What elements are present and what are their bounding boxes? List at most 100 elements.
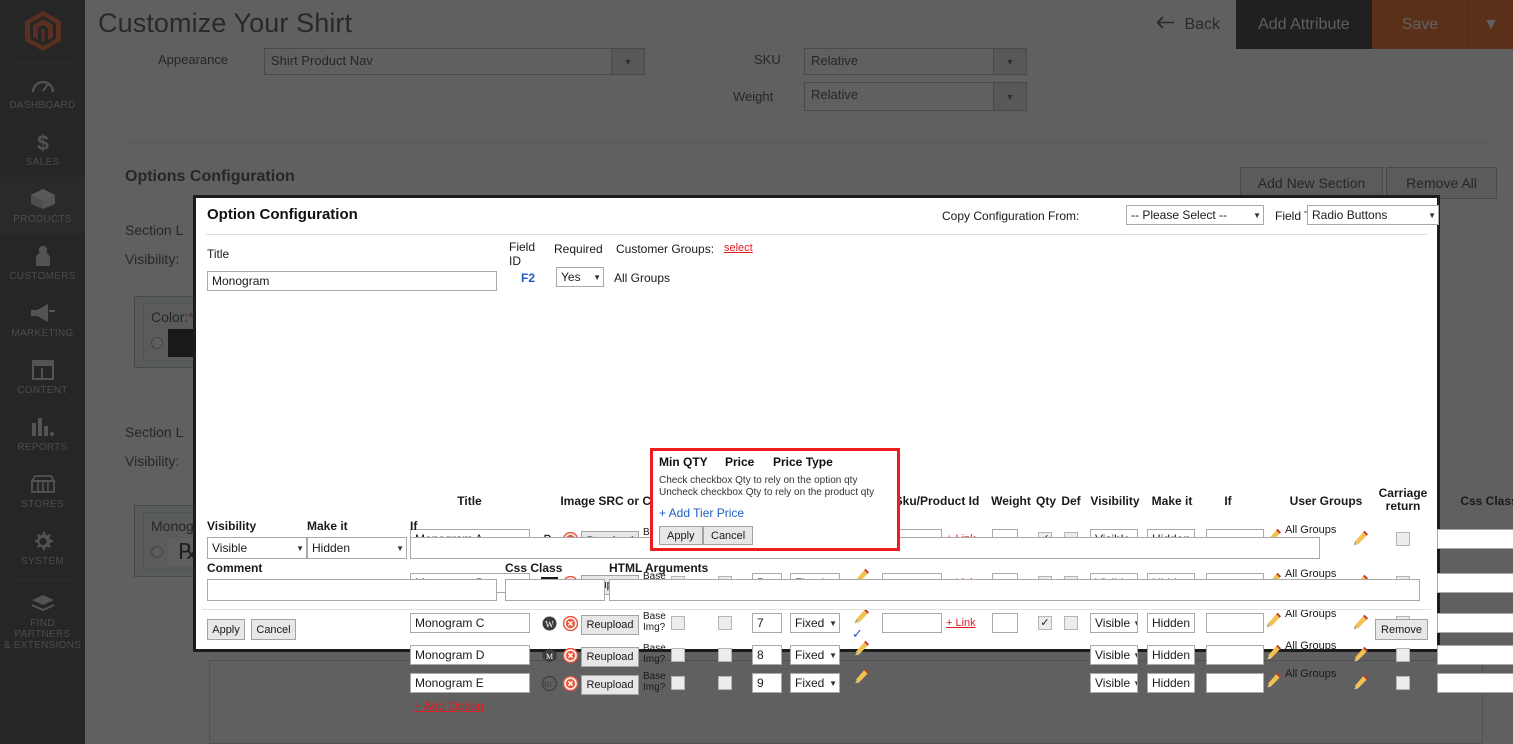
required-select[interactable]: Yes ▼ (556, 267, 604, 287)
chevron-down-icon: ▼ (829, 678, 837, 688)
row-title-input[interactable] (410, 673, 530, 693)
row-visibility-select[interactable]: Visible▼ (1090, 613, 1138, 633)
base-img-label: BaseImg? (643, 611, 666, 633)
field-type-select[interactable]: Radio Buttons ▼ (1307, 205, 1439, 225)
row-title-input[interactable] (410, 645, 530, 665)
modal-title: Option Configuration (207, 206, 358, 223)
row-price-input[interactable] (752, 645, 782, 665)
add-option-link[interactable]: + Add Option (414, 699, 484, 713)
title-label: Title (207, 247, 230, 261)
modal-cancel-button[interactable]: Cancel (251, 619, 296, 640)
customer-groups-label: Customer Groups: (616, 242, 715, 256)
chevron-down-icon: ▼ (1193, 679, 1194, 688)
base-img-checkbox[interactable] (671, 616, 685, 630)
row-price-type-value: Fixed (795, 616, 825, 630)
title-input[interactable] (207, 271, 497, 291)
column-header-if: If (1224, 494, 1232, 508)
base-img-checkbox[interactable] (671, 676, 685, 690)
row-if-input[interactable] (1206, 645, 1264, 665)
row-make-it-select[interactable]: Hidden▼ (1147, 613, 1195, 633)
tier-apply-button[interactable]: Apply (659, 526, 703, 545)
chevron-down-icon: ▼ (1428, 210, 1436, 220)
svg-text:M: M (546, 652, 553, 661)
base-img-checkbox[interactable] (671, 648, 685, 662)
row-price-type-select[interactable]: Fixed ▼ (790, 613, 840, 633)
row-def-checkbox[interactable] (1064, 616, 1078, 630)
footer-make-it-label: Make it (307, 519, 348, 533)
base-img-label: BaseImg? (643, 643, 666, 665)
remove-image-icon[interactable] (562, 615, 579, 632)
tier-note-line-1: Check checkbox Qty to rely on the option… (659, 475, 858, 486)
modal-apply-button[interactable]: Apply (207, 619, 245, 640)
footer-html-arguments-input[interactable] (609, 579, 1420, 601)
row-link[interactable]: + Link (946, 617, 976, 629)
row-user-groups-label: All Groups (1285, 640, 1337, 652)
modal-remove-button[interactable]: Remove (1375, 619, 1428, 640)
row-css-class-input[interactable] (1437, 529, 1513, 549)
row-css-class-input[interactable] (1437, 645, 1513, 665)
row-user-groups-pencil-icon[interactable] (1353, 674, 1369, 690)
row-sku-input[interactable] (882, 613, 942, 633)
footer-make-it-select[interactable]: Hidden ▼ (307, 537, 407, 559)
tier-min-qty-header: Min QTY (659, 455, 708, 469)
footer-css-class-input[interactable] (505, 579, 605, 601)
row-css-class-input[interactable] (1437, 673, 1513, 693)
row-if-pencil-icon[interactable] (1266, 612, 1282, 628)
row-if-pencil-icon[interactable] (1266, 672, 1282, 688)
row-user-groups-pencil-icon[interactable] (1353, 646, 1369, 662)
row-css-class-input[interactable] (1437, 613, 1513, 633)
footer-visibility-select[interactable]: Visible ▼ (207, 537, 307, 559)
tier-note-line-2: Uncheck checkbox Qty to rely on the prod… (659, 487, 875, 498)
row-if-input[interactable] (1206, 613, 1264, 633)
tier-price-pencil-icon[interactable] (854, 640, 870, 656)
row-user-groups-pencil-icon[interactable] (1353, 614, 1369, 630)
copy-configuration-select[interactable]: -- Please Select -- ▼ (1126, 205, 1264, 225)
row-css-class-input[interactable] (1437, 573, 1513, 593)
swatch-checkbox[interactable] (718, 676, 732, 690)
svg-text:W: W (545, 620, 554, 630)
row-price-input[interactable] (752, 613, 782, 633)
required-label: Required (554, 242, 603, 256)
row-if-input[interactable] (1206, 673, 1264, 693)
reupload-button: Reupload (581, 675, 639, 695)
chevron-down-icon: ▼ (396, 543, 404, 553)
row-price-type-select[interactable]: Fixed ▼ (790, 673, 840, 693)
column-header-def: Def (1061, 494, 1081, 508)
remove-image-icon[interactable] (562, 675, 579, 692)
row-price-input[interactable] (752, 673, 782, 693)
row-user-groups-pencil-icon[interactable] (1353, 530, 1369, 546)
row-price-type-value: Fixed (795, 676, 825, 690)
chevron-down-icon: ▼ (1253, 210, 1261, 220)
column-header-weight: Weight (991, 494, 1031, 508)
modal-title-divider (206, 234, 1427, 235)
row-qty-checkbox[interactable]: ✓ (1038, 616, 1052, 630)
row-make-it-select[interactable]: Hidden▼ (1147, 673, 1195, 693)
monogram-c-icon: W (541, 616, 558, 631)
tier-price-pencil-icon[interactable] (854, 608, 870, 624)
row-price-type-value: Fixed (795, 648, 825, 662)
row-title-input[interactable] (410, 613, 530, 633)
chevron-down-icon: ▼ (296, 543, 304, 553)
add-tier-price-link[interactable]: + Add Tier Price (659, 506, 744, 520)
monogram-e-icon: RC (541, 675, 558, 692)
row-price-type-select[interactable]: Fixed ▼ (790, 645, 840, 665)
chevron-down-icon: ▼ (1133, 679, 1137, 688)
row-if-pencil-icon[interactable] (1266, 644, 1282, 660)
row-visibility-select[interactable]: Visible▼ (1090, 673, 1138, 693)
chevron-down-icon: ▼ (1133, 619, 1137, 628)
swatch-checkbox[interactable] (718, 648, 732, 662)
reupload-button: Reupload (581, 647, 639, 667)
row-visibility-select[interactable]: Visible▼ (1090, 645, 1138, 665)
footer-if-edit-pencil-icon[interactable] (1406, 539, 1422, 555)
swatch-checkbox[interactable] (718, 616, 732, 630)
customer-groups-select-link[interactable]: select (724, 242, 753, 254)
row-weight-input[interactable] (992, 613, 1018, 633)
row-carriage-return-checkbox[interactable] (1396, 648, 1410, 662)
row-make-it-select[interactable]: Hidden▼ (1147, 645, 1195, 665)
field-type-value: Radio Buttons (1312, 208, 1388, 222)
tier-cancel-button[interactable]: Cancel (703, 526, 754, 545)
remove-image-icon[interactable] (562, 647, 579, 664)
tier-price-pencil-icon[interactable] (854, 668, 870, 684)
footer-comment-input[interactable] (207, 579, 497, 601)
row-carriage-return-checkbox[interactable] (1396, 676, 1410, 690)
